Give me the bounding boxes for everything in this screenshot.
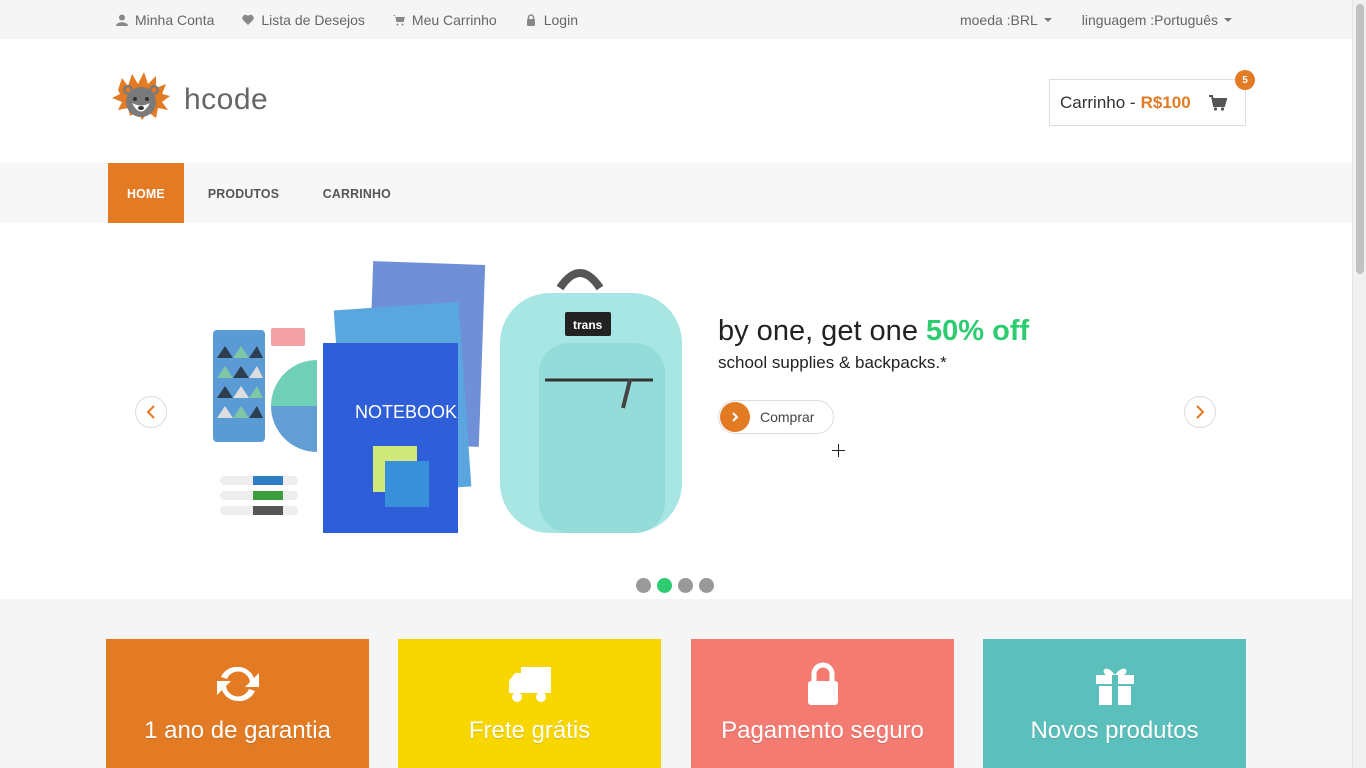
promo-free-shipping[interactable]: Frete grátis — [398, 639, 661, 768]
backpack-patch-label: trans — [573, 318, 603, 332]
cart-label: Carrinho - — [1060, 92, 1136, 112]
chevron-down-icon — [1043, 17, 1052, 22]
slider-next-button[interactable] — [1184, 396, 1216, 428]
nav-cart[interactable]: CARRINHO — [304, 163, 410, 223]
promo-warranty-label: 1 ano de garantia — [144, 717, 331, 744]
my-cart-label: Meu Carrinho — [411, 11, 497, 28]
currency-label: moeda :BRL — [959, 11, 1038, 28]
wishlist-link[interactable]: Lista de Desejos — [242, 12, 365, 28]
heart-icon — [242, 14, 255, 25]
header-cart-button[interactable]: Carrinho - R$100 — [1049, 79, 1246, 126]
slide-title-text: by one, get one — [718, 315, 918, 347]
page-scrollbar[interactable] — [1352, 0, 1366, 768]
slide-discount: 50% off — [926, 315, 1030, 347]
language-label: linguagem :Português — [1081, 11, 1218, 28]
language-dropdown[interactable]: linguagem :Português — [1082, 12, 1232, 28]
promo-new-products[interactable]: Novos produtos — [983, 639, 1246, 768]
slider-dot-4[interactable] — [699, 578, 714, 593]
nav-products[interactable]: PRODUTOS — [189, 163, 298, 223]
chevron-left-icon — [146, 405, 155, 419]
truck-icon — [508, 667, 551, 702]
refresh-icon — [216, 666, 259, 702]
cart-count-badge: 5 — [1235, 70, 1255, 90]
promo-secure-payment[interactable]: Pagamento seguro — [691, 639, 954, 768]
mouse-cursor — [832, 444, 845, 457]
cart-icon — [392, 14, 405, 25]
promo-warranty[interactable]: 1 ano de garantia — [106, 639, 369, 768]
main-nav: HOME PRODUTOS CARRINHO — [0, 163, 1352, 223]
chevron-right-icon — [1196, 405, 1205, 419]
top-bar: Minha Conta Lista de Desejos Meu Carrinh… — [0, 0, 1352, 39]
gift-icon — [1095, 668, 1134, 705]
cart-total: R$100 — [1140, 92, 1191, 112]
school-supplies-image: NOTEBOOK trans — [213, 261, 682, 533]
promo-section: 1 ano de garantia Frete grátis Pagamento… — [0, 599, 1352, 768]
my-account-link[interactable]: Minha Conta — [116, 12, 214, 28]
slider-dot-2[interactable] — [657, 578, 672, 593]
cart-icon — [1209, 95, 1227, 111]
promo-secure-payment-label: Pagamento seguro — [721, 717, 924, 744]
site-logo[interactable]: hcode — [108, 70, 268, 130]
slider-pagination — [636, 578, 714, 593]
slider-dot-3[interactable] — [678, 578, 693, 593]
promo-new-products-label: Novos produtos — [1030, 717, 1199, 744]
chevron-right-icon — [720, 402, 750, 432]
notebook-label: NOTEBOOK — [355, 402, 457, 422]
nav-home[interactable]: HOME — [107, 163, 184, 223]
wishlist-label: Lista de Desejos — [261, 11, 365, 28]
promo-free-shipping-label: Frete grátis — [468, 717, 591, 744]
my-account-label: Minha Conta — [135, 11, 215, 28]
slider-dot-1[interactable] — [636, 578, 651, 593]
account-links: Minha Conta Lista de Desejos Meu Carrinh… — [116, 0, 578, 39]
hero-slider: NOTEBOOK trans by one, get one 50% off s… — [0, 223, 1352, 599]
slide-title: by one, get one 50% off — [718, 315, 1029, 348]
hedgehog-logo-icon — [112, 72, 170, 120]
chevron-down-icon — [1224, 17, 1232, 22]
buy-button[interactable]: Comprar — [718, 400, 834, 434]
login-label: Login — [543, 11, 578, 28]
login-link[interactable]: Login — [525, 12, 578, 28]
lock-icon — [526, 13, 535, 26]
pencil-case — [213, 330, 265, 442]
buy-button-label: Comprar — [760, 409, 815, 425]
lock-icon — [807, 662, 838, 705]
slide-subtitle: school supplies & backpacks.* — [718, 353, 947, 372]
user-icon — [116, 14, 128, 26]
logo-text: hcode — [184, 83, 269, 116]
preferences: moeda :BRL linguagem :Português — [960, 0, 1232, 39]
currency-dropdown[interactable]: moeda :BRL — [960, 12, 1052, 28]
my-cart-link[interactable]: Meu Carrinho — [392, 11, 497, 28]
slider-prev-button[interactable] — [135, 396, 167, 428]
scrollbar-thumb[interactable] — [1356, 4, 1364, 274]
